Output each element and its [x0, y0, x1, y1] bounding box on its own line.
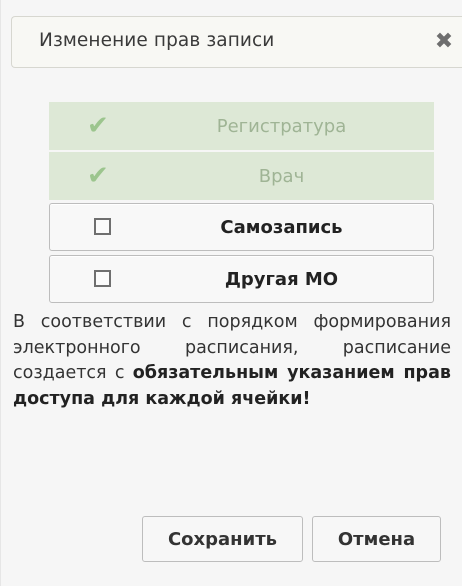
cancel-button[interactable]: Отмена	[312, 516, 441, 562]
role-row-samozapis[interactable]: Самозапись	[49, 203, 434, 251]
role-label: Другая МО	[224, 269, 339, 290]
role-row-drugaya-mo[interactable]: Другая МО	[49, 255, 434, 303]
dialog-titlebar: Изменение прав записи ✖	[11, 16, 462, 68]
role-label: Регистратура	[216, 116, 347, 137]
role-label: Врач	[258, 166, 305, 187]
checkbox-unchecked[interactable]	[94, 218, 111, 235]
close-icon[interactable]: ✖	[427, 25, 461, 59]
role-row-registratura: ✔ Регистратура	[49, 102, 434, 150]
checkbox-unchecked[interactable]	[94, 270, 111, 287]
checkmark-icon: ✔	[87, 111, 109, 141]
checkmark-icon: ✔	[87, 161, 109, 191]
dialog-title: Изменение прав записи	[39, 30, 275, 51]
notice-text: В соответствии с порядком формирования э…	[13, 310, 451, 412]
access-rights-dialog: Изменение прав записи ✖ ✔ Регистратура ✔…	[0, 0, 462, 586]
role-label: Самозапись	[220, 217, 343, 238]
role-row-vrach: ✔ Врач	[49, 152, 434, 200]
save-button[interactable]: Сохранить	[142, 516, 303, 562]
